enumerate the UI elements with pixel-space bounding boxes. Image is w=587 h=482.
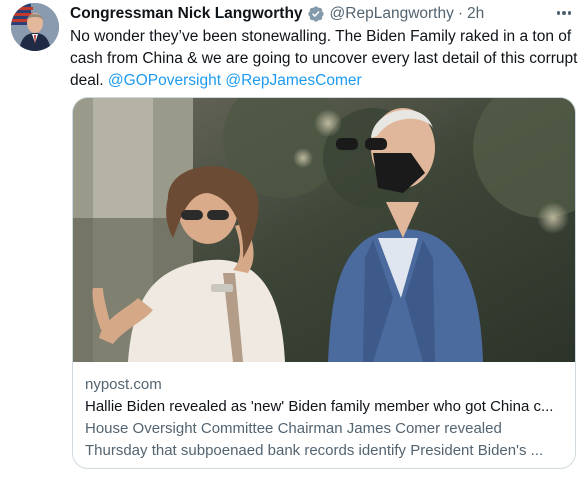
author-handle[interactable]: @RepLangworthy bbox=[330, 3, 454, 25]
tweet-text: No wonder they’ve been stonewalling. The… bbox=[70, 26, 580, 92]
mention-link[interactable]: @GOPoversight bbox=[108, 72, 221, 89]
tweet-header: Congressman Nick Langworthy @RepLangwort… bbox=[70, 3, 547, 25]
card-image[interactable] bbox=[73, 98, 575, 362]
tweet-text-fragment: deal. bbox=[70, 72, 108, 89]
card-meta: nypost.com Hallie Biden revealed as 'new… bbox=[85, 374, 565, 462]
more-options-icon[interactable] bbox=[552, 2, 576, 24]
verified-badge-icon bbox=[307, 5, 325, 23]
separator-dot: · bbox=[457, 5, 464, 22]
tweet[interactable]: Congressman Nick Langworthy @RepLangwort… bbox=[0, 0, 587, 482]
avatar[interactable] bbox=[11, 3, 59, 51]
tweet-text-line: cash from China & we are going to uncove… bbox=[70, 50, 578, 67]
timestamp[interactable]: 2h bbox=[467, 3, 484, 25]
card-description-line: Thursday that subpoenaed bank records id… bbox=[85, 442, 544, 459]
tweet-text-line: deal. @GOPoversight @RepJamesComer bbox=[70, 70, 580, 92]
card-domain: nypost.com bbox=[85, 376, 162, 393]
card-title[interactable]: Hallie Biden revealed as 'new' Biden fam… bbox=[85, 396, 565, 418]
tweet-text-line: No wonder they’ve been stonewalling. The… bbox=[70, 28, 572, 45]
card-description-line: House Oversight Committee Chairman James… bbox=[85, 420, 502, 437]
mention-link[interactable]: @RepJamesComer bbox=[225, 72, 361, 89]
author-name[interactable]: Congressman Nick Langworthy bbox=[70, 3, 303, 25]
card-description: House Oversight Committee Chairman James… bbox=[85, 418, 565, 462]
link-preview-card[interactable]: nypost.com Hallie Biden revealed as 'new… bbox=[72, 97, 576, 469]
